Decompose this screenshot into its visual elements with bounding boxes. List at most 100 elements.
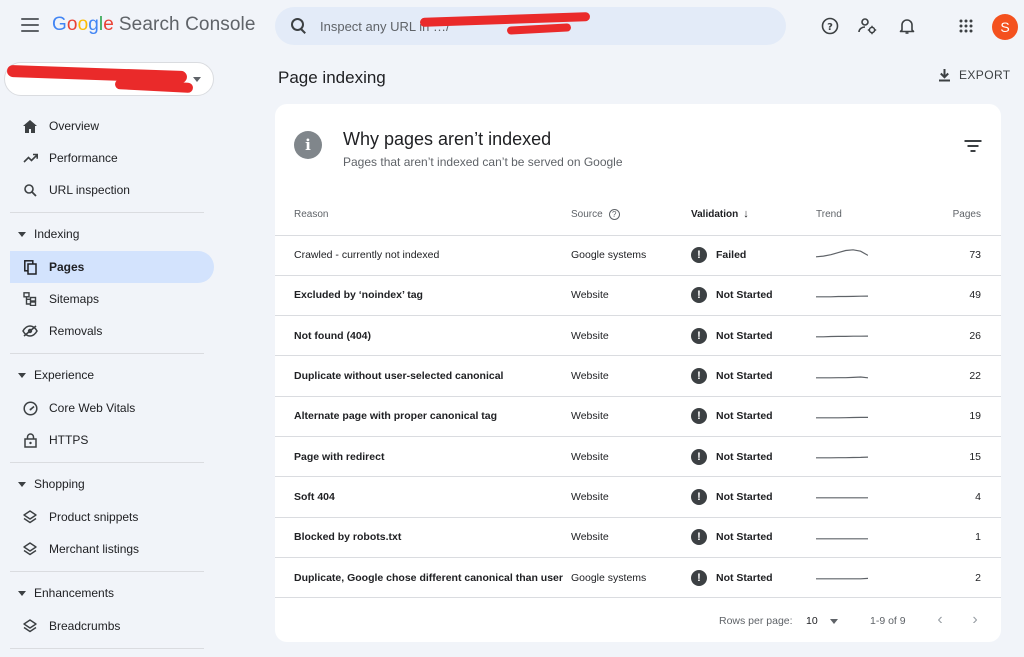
caret-down-icon xyxy=(18,590,26,596)
page-range-label: 1-9 of 9 xyxy=(870,615,906,627)
trend-sparkline xyxy=(816,375,869,378)
property-selector[interactable] xyxy=(4,62,214,96)
sidebar-item-https[interactable]: HTTPS xyxy=(10,424,214,456)
download-icon xyxy=(939,69,950,82)
trend-sparkline xyxy=(816,295,869,298)
validation-status: Not Started xyxy=(716,289,773,302)
reason-cell: Blocked by robots.txt xyxy=(275,517,571,558)
user-avatar[interactable]: S xyxy=(992,14,1018,40)
validation-status: Failed xyxy=(716,249,747,262)
app-logo[interactable]: Google Search Console xyxy=(52,14,256,36)
table-row[interactable]: Blocked by robots.txt Website! Not Started… xyxy=(275,517,1001,558)
source-cell: Website xyxy=(571,396,691,437)
pages-cell: 26 xyxy=(916,315,1001,357)
table-row[interactable]: Excluded by ‘noindex’ tag Website! Not Sta… xyxy=(275,275,1001,317)
trend-cell xyxy=(816,275,916,317)
sidebar-item-label: Removals xyxy=(49,324,103,338)
validation-cell: ! Failed xyxy=(691,235,816,276)
sidebar-item-label: Core Web Vitals xyxy=(49,401,136,415)
rows-per-page-label: Rows per page: xyxy=(719,615,793,627)
pages-cell: 15 xyxy=(916,436,1001,478)
sidebar-item-sitemaps[interactable]: Sitemaps xyxy=(10,283,214,315)
sidebar-item-product-snippets[interactable]: Product snippets xyxy=(10,501,214,533)
layers-icon xyxy=(22,618,38,634)
sidebar-item-merchant-listings[interactable]: Merchant listings xyxy=(10,533,214,565)
rows-per-page-select[interactable]: 10 xyxy=(806,615,818,627)
sidebar-item-performance[interactable]: Performance xyxy=(10,142,214,174)
apps-grid-icon[interactable] xyxy=(954,14,978,38)
validation-cell: ! Not Started xyxy=(691,476,816,518)
reason-cell: Soft 404 xyxy=(275,476,571,518)
filter-icon[interactable] xyxy=(964,139,981,153)
chevron-down-icon xyxy=(193,77,201,82)
section-shopping[interactable]: Shopping xyxy=(10,472,214,496)
sidebar-item-removals[interactable]: Removals xyxy=(10,315,214,347)
column-header-source[interactable]: Source? xyxy=(571,194,691,236)
help-icon[interactable]: ? xyxy=(608,208,620,220)
export-label: EXPORT xyxy=(959,68,1011,82)
alert-icon: ! xyxy=(691,247,707,264)
alert-icon: ! xyxy=(691,569,707,586)
divider xyxy=(10,353,204,354)
source-cell: Website xyxy=(571,355,691,397)
notifications-bell-icon[interactable] xyxy=(895,14,919,38)
source-cell: Website xyxy=(571,436,691,478)
trend-cell xyxy=(816,315,916,357)
validation-status: Not Started xyxy=(716,531,773,544)
sidebar-item-core-web-vitals[interactable]: Core Web Vitals xyxy=(10,392,214,424)
section-indexing[interactable]: Indexing xyxy=(10,222,214,246)
column-header-reason[interactable]: Reason xyxy=(275,194,571,236)
alert-icon: ! xyxy=(691,488,707,505)
sidebar-item-url-inspection[interactable]: URL inspection xyxy=(10,174,214,206)
caret-down-icon xyxy=(18,481,26,487)
source-cell: Website xyxy=(571,517,691,558)
card-subtitle: Pages that aren’t indexed can’t be serve… xyxy=(343,155,623,169)
gauge-icon xyxy=(22,400,38,416)
pages-cell: 49 xyxy=(916,275,1001,317)
sidebar-item-label: Breadcrumbs xyxy=(49,619,121,633)
hamburger-menu-icon[interactable] xyxy=(20,15,40,35)
trend-sparkline xyxy=(816,456,869,459)
pages-cell: 73 xyxy=(916,235,1001,276)
table-row[interactable]: Duplicate, Google chose different canoni… xyxy=(275,557,1001,599)
trend-cell xyxy=(816,355,916,397)
sidebar-item-pages[interactable]: Pages xyxy=(10,251,214,283)
validation-cell: ! Not Started xyxy=(691,396,816,437)
manage-users-icon[interactable] xyxy=(856,14,880,38)
table-row[interactable]: Not found (404) Website! Not Started 26 xyxy=(275,315,1001,357)
reasons-table: Reason Source? Validation ↓ Trend Pages C… xyxy=(275,194,1001,599)
why-not-indexed-card: i Why pages aren’t indexed Pages that ar… xyxy=(275,104,1001,642)
trend-cell xyxy=(816,436,916,478)
next-page-icon[interactable]: › xyxy=(965,610,985,630)
reason-cell: Page with redirect xyxy=(275,436,571,478)
removals-icon xyxy=(22,323,38,339)
validation-cell: ! Not Started xyxy=(691,355,816,397)
reason-cell: Not found (404) xyxy=(275,315,571,357)
table-row[interactable]: Crawled - currently not indexed Google sy… xyxy=(275,235,1001,276)
section-experience[interactable]: Experience xyxy=(10,363,214,387)
table-row[interactable]: Alternate page with proper canonical tag… xyxy=(275,396,1001,437)
help-icon[interactable]: ? xyxy=(818,14,842,38)
trend-cell xyxy=(816,517,916,558)
table-row[interactable]: Page with redirect Website! Not Started 15 xyxy=(275,436,1001,478)
trend-cell xyxy=(816,476,916,518)
sidebar-item-label: URL inspection xyxy=(49,183,130,197)
table-row[interactable]: Soft 404 Website! Not Started 4 xyxy=(275,476,1001,518)
alert-icon: ! xyxy=(691,529,707,546)
divider xyxy=(10,648,204,649)
table-row[interactable]: Duplicate without user-selected canonica… xyxy=(275,355,1001,397)
section-enhancements[interactable]: Enhancements xyxy=(10,581,214,605)
previous-page-icon[interactable]: ‹ xyxy=(930,610,950,630)
validation-cell: ! Not Started xyxy=(691,315,816,357)
export-button[interactable]: EXPORT xyxy=(938,68,1011,82)
column-header-pages[interactable]: Pages xyxy=(916,194,1001,236)
inspect-url-search-bar[interactable] xyxy=(275,7,786,45)
table-header-row: Reason Source? Validation ↓ Trend Pages xyxy=(275,194,1001,236)
sidebar-item-overview[interactable]: Overview xyxy=(10,110,214,142)
column-header-validation[interactable]: Validation ↓ xyxy=(691,194,816,236)
section-label: Indexing xyxy=(34,227,80,241)
source-cell: Google systems xyxy=(571,235,691,276)
sidebar-item-breadcrumbs[interactable]: Breadcrumbs xyxy=(10,610,214,642)
chevron-down-icon[interactable] xyxy=(830,619,838,624)
sidebar-item-label: Performance xyxy=(49,151,118,165)
